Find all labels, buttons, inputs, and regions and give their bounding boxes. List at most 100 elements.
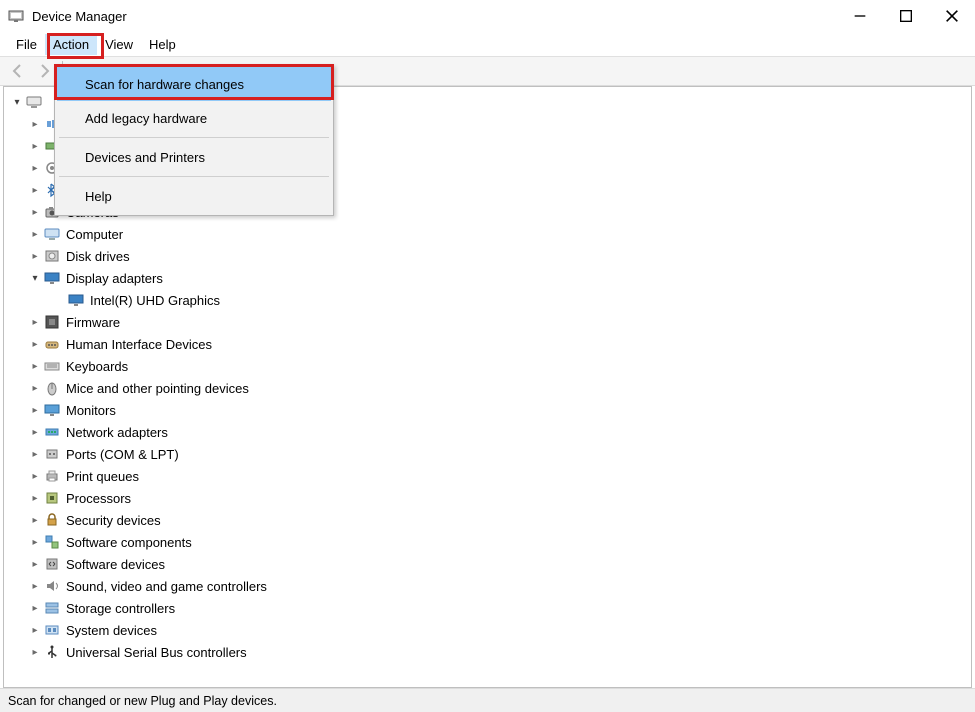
tree-node[interactable]: Firmware xyxy=(4,311,971,333)
chevron-right-icon[interactable] xyxy=(28,381,42,395)
network-icon xyxy=(44,424,60,440)
tree-node[interactable]: Processors xyxy=(4,487,971,509)
tree-node-label: Software components xyxy=(66,535,192,550)
tree-node-label: Security devices xyxy=(66,513,161,528)
menu-help[interactable]: Help xyxy=(141,34,184,55)
tree-node[interactable]: Disk drives xyxy=(4,245,971,267)
tree-node[interactable]: Security devices xyxy=(4,509,971,531)
minimize-button[interactable] xyxy=(837,0,883,32)
tree-node[interactable]: Display adapters xyxy=(4,267,971,289)
chevron-right-icon[interactable] xyxy=(28,315,42,329)
tree-node-label: Processors xyxy=(66,491,131,506)
chevron-right-icon[interactable] xyxy=(28,205,42,219)
tree-node[interactable]: System devices xyxy=(4,619,971,641)
chevron-right-icon[interactable] xyxy=(28,139,42,153)
tree-node[interactable]: Software components xyxy=(4,531,971,553)
chevron-right-icon[interactable] xyxy=(28,227,42,241)
usb-icon xyxy=(44,644,60,660)
processor-icon xyxy=(44,490,60,506)
tree-node-label: Human Interface Devices xyxy=(66,337,212,352)
tree-node-label: Intel(R) UHD Graphics xyxy=(90,293,220,308)
chevron-right-icon[interactable] xyxy=(28,623,42,637)
menuitem-add-legacy[interactable]: Add legacy hardware xyxy=(57,101,331,135)
menu-view[interactable]: View xyxy=(97,34,141,55)
status-text: Scan for changed or new Plug and Play de… xyxy=(8,694,277,708)
tree-node-label: Firmware xyxy=(66,315,120,330)
tree-node[interactable]: Print queues xyxy=(4,465,971,487)
tree-node-label: Keyboards xyxy=(66,359,128,374)
tree-node[interactable]: Sound, video and game controllers xyxy=(4,575,971,597)
chevron-right-icon[interactable] xyxy=(28,183,42,197)
tree-node-label: Print queues xyxy=(66,469,139,484)
app-icon xyxy=(8,8,24,24)
chevron-right-icon[interactable] xyxy=(28,425,42,439)
close-button[interactable] xyxy=(929,0,975,32)
chevron-right-icon[interactable] xyxy=(28,359,42,373)
menu-bar: File Action View Help xyxy=(0,32,975,56)
tree-node[interactable]: Computer xyxy=(4,223,971,245)
firmware-icon xyxy=(44,314,60,330)
chevron-right-icon[interactable] xyxy=(28,557,42,571)
chevron-right-icon[interactable] xyxy=(28,645,42,659)
tree-node[interactable]: Intel(R) UHD Graphics xyxy=(4,289,971,311)
hid-icon xyxy=(44,336,60,352)
chevron-right-icon[interactable] xyxy=(28,491,42,505)
menu-action[interactable]: Action xyxy=(45,34,97,55)
tree-node[interactable]: Universal Serial Bus controllers xyxy=(4,641,971,663)
tree-node[interactable]: Human Interface Devices xyxy=(4,333,971,355)
tree-node-label: Sound, video and game controllers xyxy=(66,579,267,594)
port-icon xyxy=(44,446,60,462)
tree-node-label: Mice and other pointing devices xyxy=(66,381,249,396)
tree-node-label: Display adapters xyxy=(66,271,163,286)
software-comp-icon xyxy=(44,534,60,550)
tree-node[interactable]: Keyboards xyxy=(4,355,971,377)
print-icon xyxy=(44,468,60,484)
chevron-right-icon[interactable] xyxy=(28,403,42,417)
monitor-icon xyxy=(44,402,60,418)
tree-node[interactable]: Software devices xyxy=(4,553,971,575)
tree-node-label: Network adapters xyxy=(66,425,168,440)
tree-node-label: Monitors xyxy=(66,403,116,418)
tree-node-label: Computer xyxy=(66,227,123,242)
chevron-down-icon[interactable] xyxy=(28,271,42,285)
status-bar: Scan for changed or new Plug and Play de… xyxy=(0,688,975,712)
window-controls xyxy=(837,0,975,32)
chevron-down-icon[interactable] xyxy=(10,95,24,109)
software-dev-icon xyxy=(44,556,60,572)
display-icon xyxy=(44,270,60,286)
dropdown-separator xyxy=(59,176,329,177)
dropdown-separator xyxy=(59,137,329,138)
chevron-right-icon[interactable] xyxy=(28,601,42,615)
storage-icon xyxy=(44,600,60,616)
menuitem-help[interactable]: Help xyxy=(57,179,331,213)
tree-node-label: Ports (COM & LPT) xyxy=(66,447,179,462)
tree-node[interactable]: Ports (COM & LPT) xyxy=(4,443,971,465)
back-button xyxy=(6,59,30,83)
tree-node-label: System devices xyxy=(66,623,157,638)
menuitem-scan-hardware[interactable]: Scan for hardware changes xyxy=(57,67,331,101)
tree-node[interactable]: Monitors xyxy=(4,399,971,421)
tree-node[interactable]: Network adapters xyxy=(4,421,971,443)
chevron-right-icon[interactable] xyxy=(28,447,42,461)
chevron-right-icon[interactable] xyxy=(28,535,42,549)
chevron-right-icon[interactable] xyxy=(28,579,42,593)
chevron-right-icon[interactable] xyxy=(28,161,42,175)
menu-file[interactable]: File xyxy=(8,34,45,55)
chevron-right-icon[interactable] xyxy=(28,469,42,483)
tree-node-label: Software devices xyxy=(66,557,165,572)
forward-button xyxy=(32,59,56,83)
maximize-button[interactable] xyxy=(883,0,929,32)
menuitem-devices-printers[interactable]: Devices and Printers xyxy=(57,140,331,174)
chevron-right-icon[interactable] xyxy=(28,117,42,131)
chevron-right-icon[interactable] xyxy=(28,249,42,263)
tree-node[interactable]: Mice and other pointing devices xyxy=(4,377,971,399)
tree-node-label: Storage controllers xyxy=(66,601,175,616)
tree-node[interactable]: Storage controllers xyxy=(4,597,971,619)
chevron-right-icon[interactable] xyxy=(28,513,42,527)
chevron-right-icon[interactable] xyxy=(28,337,42,351)
system-icon xyxy=(44,622,60,638)
tree-node-label: Universal Serial Bus controllers xyxy=(66,645,247,660)
computer-icon xyxy=(44,226,60,242)
mouse-icon xyxy=(44,380,60,396)
computer-icon xyxy=(26,94,42,110)
